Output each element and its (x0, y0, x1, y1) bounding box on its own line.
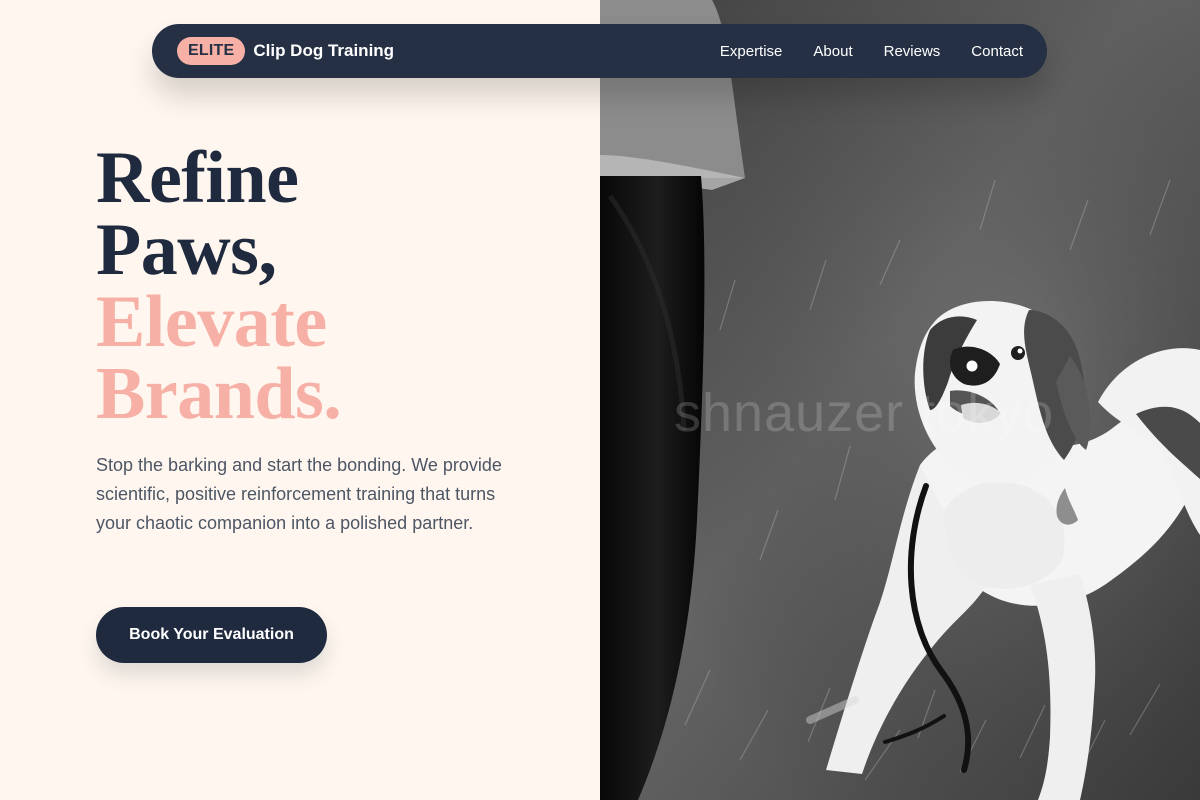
nav-links: Expertise About Reviews Contact (720, 43, 1023, 60)
hero-headline: Refine Paws, Elevate Brands. (96, 137, 342, 435)
nav-link-about[interactable]: About (813, 43, 852, 60)
main-nav: ELITE Clip Dog Training Expertise About … (152, 24, 1047, 78)
nav-link-contact[interactable]: Contact (971, 43, 1023, 60)
headline-line-brands: Brands. (96, 353, 342, 435)
book-evaluation-button[interactable]: Book Your Evaluation (96, 607, 327, 663)
headline-line-paws: Paws, (96, 209, 277, 291)
brand-name[interactable]: Clip Dog Training (253, 41, 394, 61)
nav-link-reviews[interactable]: Reviews (884, 43, 941, 60)
nav-link-expertise[interactable]: Expertise (720, 43, 783, 60)
hero-description: Stop the barking and start the bonding. … (96, 455, 502, 533)
hero-photo: shnauzer tokyo (600, 0, 1200, 800)
image-watermark: shnauzer tokyo (674, 383, 1055, 443)
headline-line-refine: Refine (96, 137, 299, 219)
elite-badge: ELITE (177, 37, 246, 65)
headline-line-elevate: Elevate (96, 281, 327, 363)
